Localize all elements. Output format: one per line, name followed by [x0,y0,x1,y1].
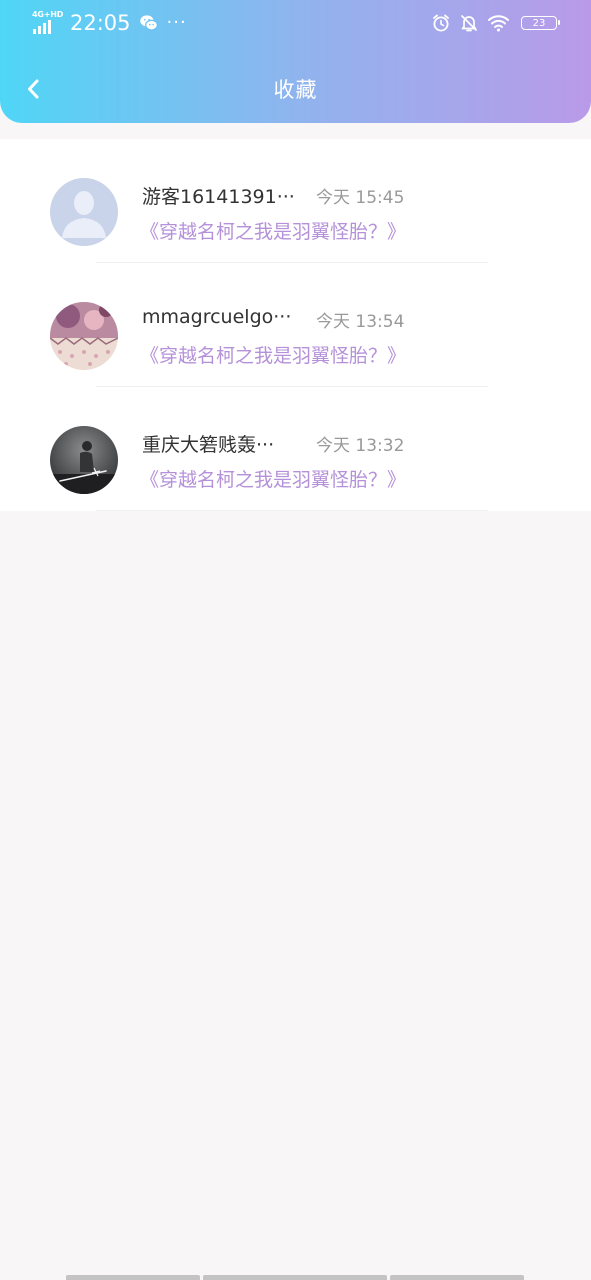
timestamp: 今天 13:54 [316,312,405,332]
alarm-icon [433,14,449,32]
photo-avatar-icon [50,302,118,370]
list-item[interactable]: 游客16141391··· 今天 15:45 《穿越名柯之我是羽翼怪胎？》 [0,139,591,263]
timestamp: 今天 15:45 [316,188,405,208]
username: 重庆大箬贱轰··· [142,434,275,456]
book-title-link[interactable]: 《穿越名柯之我是羽翼怪胎？》 [140,341,406,368]
username: 游客16141391··· [142,186,295,208]
default-user-avatar-icon [50,178,118,246]
avatar[interactable] [50,178,118,246]
wifi-icon [488,15,509,32]
wechat-icon [139,15,158,31]
photo-avatar-icon [50,426,118,494]
book-title-link[interactable]: 《穿越名柯之我是羽翼怪胎？》 [140,465,406,492]
app-header: 4G+HD 22:05 ··· 23 收藏 [0,0,591,123]
username: mmagrcuelgo··· [142,306,292,328]
bell-off-icon [461,15,477,32]
list-item[interactable]: 重庆大箬贱轰··· 今天 13:32 《穿越名柯之我是羽翼怪胎？》 [0,387,591,511]
book-title-link[interactable]: 《穿越名柯之我是羽翼怪胎？》 [140,217,406,244]
status-time: 22:05 [70,11,131,35]
timestamp: 今天 13:32 [316,436,405,456]
avatar[interactable] [50,426,118,494]
home-indicator [66,1275,524,1280]
status-bar: 4G+HD 22:05 ··· 23 [0,0,591,46]
favorites-list: 游客16141391··· 今天 15:45 《穿越名柯之我是羽翼怪胎？》 mm… [0,139,591,511]
signal-icon: 4G+HD [32,10,63,35]
avatar[interactable] [50,302,118,370]
page-title: 收藏 [273,78,318,102]
divider [96,510,488,511]
more-notifications: ··· [166,12,187,33]
network-type: 4G+HD [32,10,64,19]
battery-level: 23 [532,17,546,29]
list-item[interactable]: mmagrcuelgo··· 今天 13:54 《穿越名柯之我是羽翼怪胎？》 [0,263,591,387]
battery-icon: 23 [521,16,560,30]
